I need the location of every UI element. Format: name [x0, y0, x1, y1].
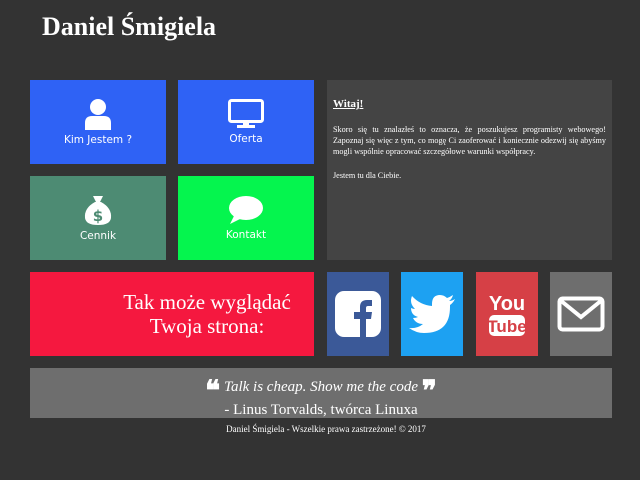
promo-line-1: Tak może wyglądać — [123, 290, 291, 314]
tile-offer-label: Oferta — [229, 133, 263, 145]
quote-author: - Linus Torvalds, twórca Linuxa — [224, 402, 418, 418]
facebook-icon — [335, 291, 381, 337]
open-quote-icon: ❝ — [205, 376, 221, 407]
tile-pricing-label: Cennik — [79, 230, 117, 242]
tile-pricing[interactable]: $ Cennik — [30, 176, 166, 260]
youtube-link[interactable]: You Tube — [476, 272, 538, 356]
monitor-icon — [228, 99, 264, 128]
facebook-link[interactable] — [327, 272, 389, 356]
quote-line: ❝ Talk is cheap. Show me the code ❞ — [30, 378, 612, 406]
tile-about-label: Kim Jestem ? — [63, 134, 133, 146]
welcome-panel: Witaj! Skoro się tu znalazłeś to oznacza… — [327, 80, 612, 260]
close-quote-icon: ❞ — [421, 376, 437, 407]
welcome-paragraph: Skoro się tu znalazłeś to oznacza, że po… — [333, 125, 606, 156]
svg-text:You: You — [489, 293, 525, 315]
tile-about[interactable]: Kim Jestem ? — [30, 80, 166, 164]
quote-box: ❝ Talk is cheap. Show me the code ❞ - Li… — [30, 368, 612, 418]
youtube-icon: You Tube — [487, 293, 527, 336]
svg-text:$: $ — [93, 207, 103, 225]
tile-contact[interactable]: Kontakt — [178, 176, 314, 260]
welcome-closing: Jestem tu dla Ciebie. — [333, 171, 402, 180]
footer-copyright: Daniel Śmigiela - Wszelkie prawa zastrze… — [226, 424, 426, 434]
mail-icon — [557, 296, 605, 332]
svg-text:Tube: Tube — [487, 317, 526, 336]
money-bag-icon: $ — [84, 196, 112, 225]
quote-text: Talk is cheap. Show me the code — [224, 379, 418, 395]
site-title: Daniel Śmigiela — [42, 12, 217, 41]
speech-bubble-icon — [229, 196, 263, 224]
mail-link[interactable] — [550, 272, 612, 356]
user-icon — [85, 99, 111, 130]
promo-line-2: Twoja strona: — [149, 314, 265, 338]
welcome-heading: Witaj! — [333, 98, 364, 110]
tile-offer[interactable]: Oferta — [178, 80, 314, 164]
tile-contact-label: Kontakt — [225, 229, 267, 241]
twitter-link[interactable] — [401, 272, 463, 356]
twitter-icon — [409, 295, 455, 333]
promo-banner: Tak może wyglądać Twoja strona: — [30, 272, 314, 356]
